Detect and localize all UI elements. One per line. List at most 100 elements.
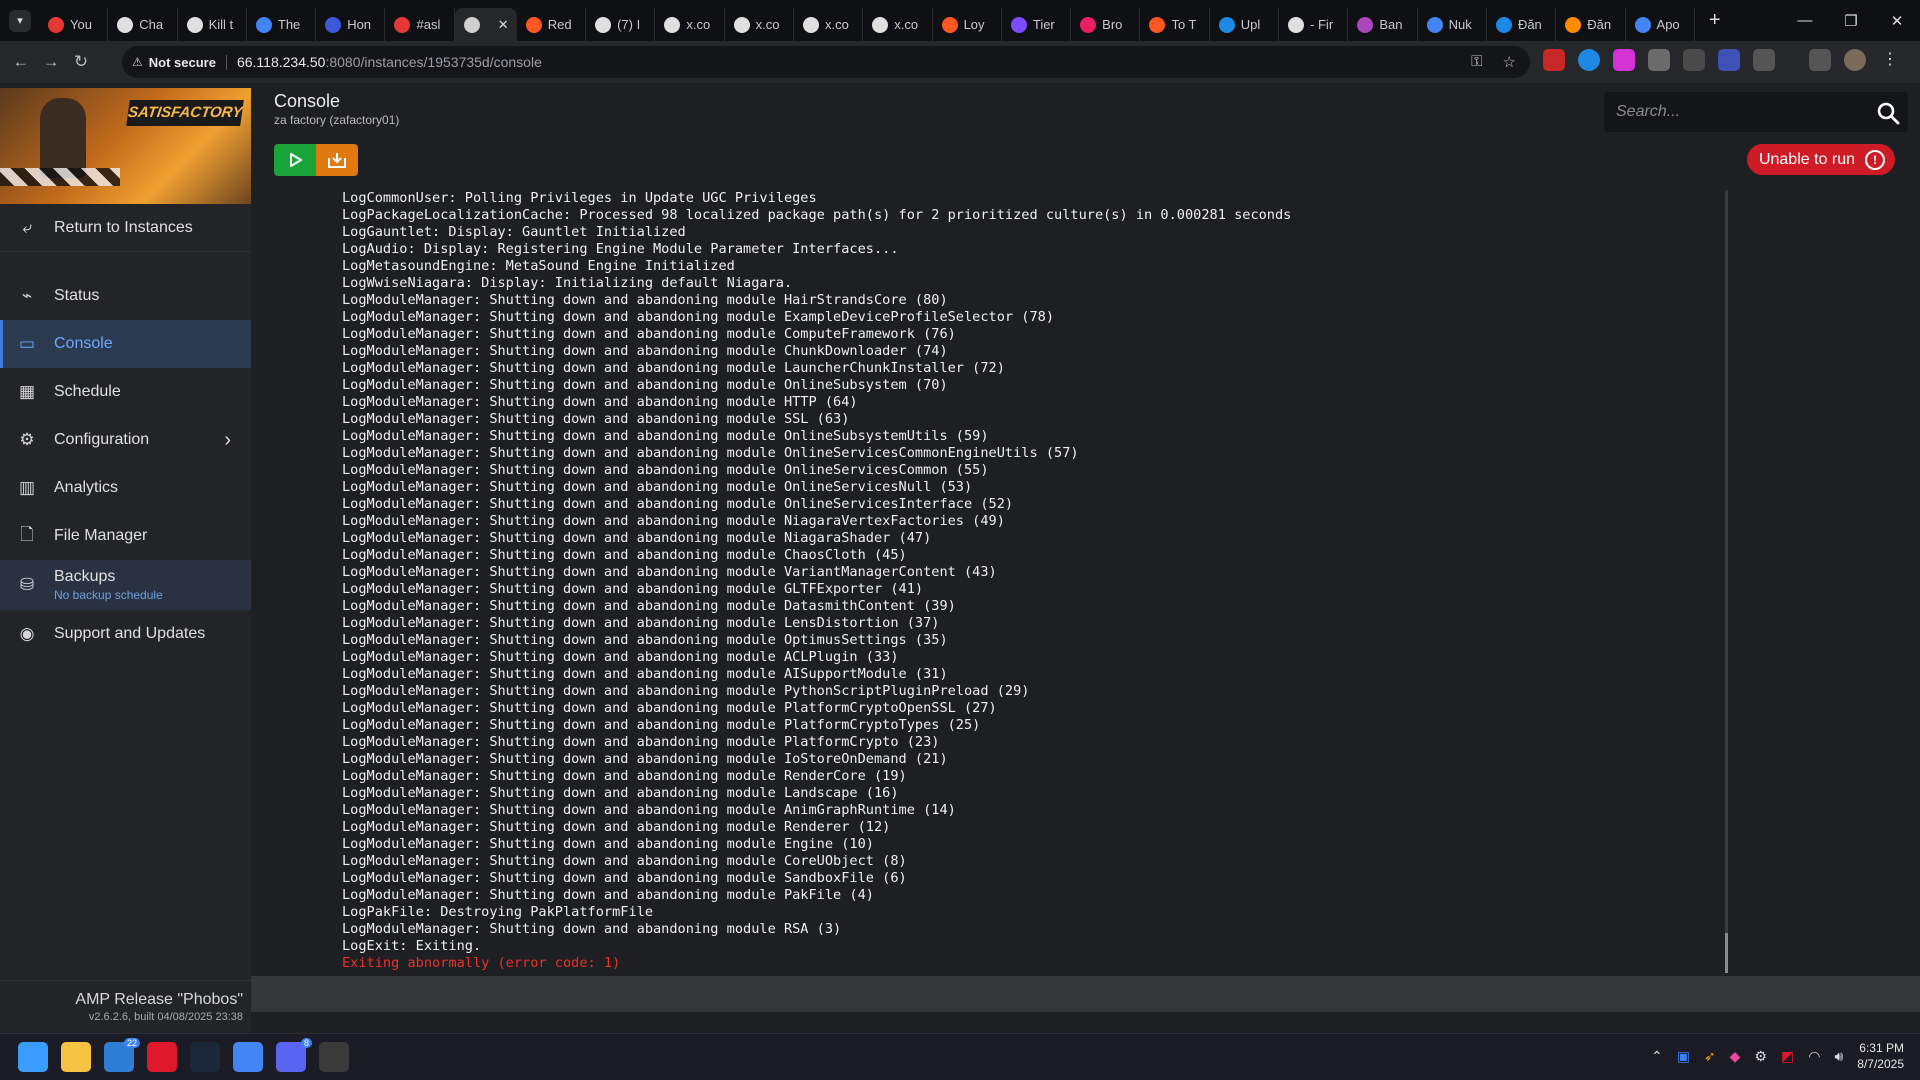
tray-app-icon[interactable]: ▣ [1677,1048,1690,1065]
sidebar-item-schedule[interactable]: ▦ Schedule [0,368,251,416]
smm-icon[interactable] [319,1042,349,1072]
wifi-icon[interactable]: ◠ [1808,1048,1820,1065]
windows-start-icon[interactable] [18,1042,48,1072]
sidebar-item-analytics[interactable]: ▥ Analytics [0,464,251,512]
extension-icon[interactable] [1683,49,1705,71]
status-chart-icon: ⌁ [21,286,33,305]
weather-icon[interactable]: 22 [104,1038,140,1072]
steam-tray-icon[interactable]: ⚙ [1754,1048,1767,1065]
puzzle-icon[interactable] [1753,49,1775,71]
browser-tab[interactable]: x.co [863,8,933,41]
tray-app-icon[interactable]: ➶ [1704,1048,1716,1065]
browser-tab[interactable]: The [247,8,317,41]
browser-tab[interactable]: Đăn [1556,8,1626,41]
address-bar[interactable]: ⚠ Not secure 66.118.234.50:8080/instance… [122,46,1530,78]
console-line: LogModuleManager: Shutting down and aban… [342,632,948,648]
tab-title: Bro [1102,17,1123,32]
browser-tab[interactable]: You [39,8,109,41]
browser-tab[interactable]: Loy [933,8,1002,41]
browser-tab[interactable]: Nuk [1418,8,1487,41]
steam-icon[interactable] [190,1042,220,1072]
browser-tab[interactable]: (7) I [586,8,656,41]
sidebar-item-configuration[interactable]: ⚙ Configuration › [0,416,251,464]
minimize-icon[interactable]: — [1782,12,1828,29]
favicon-icon [1565,16,1582,33]
forward-icon[interactable]: → [36,52,66,72]
browser-tab[interactable]: Upl [1210,8,1280,41]
amd-tray-icon[interactable]: ◩ [1781,1048,1794,1065]
key-icon[interactable]: ⚿ [1471,53,1482,71]
discord-icon[interactable]: 8 [276,1038,312,1072]
browser-tab[interactable]: Hon [316,8,386,41]
browser-tab[interactable]: Tier [1002,8,1072,41]
sidebar-item-label: Support and Updates [54,625,206,642]
clock[interactable]: 6:31 PM 8/7/2025 [1857,1040,1904,1072]
profile-avatar[interactable] [1844,49,1866,71]
tab-close-icon[interactable]: ✕ [498,17,509,33]
browser-tab[interactable]: Cha [108,8,178,41]
tab-title: Đăn [1517,17,1542,32]
start-button[interactable] [274,144,316,176]
browser-tab[interactable]: x.co [655,8,725,41]
extension-icon[interactable] [1543,49,1565,71]
sidebar-item-console[interactable]: ▭ Console [0,320,251,368]
tab-title: x.co [755,17,780,32]
sidebar-item-support[interactable]: ◉ Support and Updates [0,610,251,658]
return-to-instances-link[interactable]: ⤶ Return to Instances [0,204,251,252]
extension-icon[interactable] [1718,49,1740,71]
chevron-right-icon: › [224,428,231,451]
chevron-up-icon[interactable]: ⌃ [1651,1048,1663,1065]
close-window-icon[interactable]: ✕ [1874,12,1920,30]
chrome-icon[interactable] [233,1042,263,1072]
restore-icon[interactable]: ❐ [1828,12,1874,30]
console-command-input[interactable] [251,976,1920,1012]
extension-icon[interactable] [1613,49,1635,71]
update-button[interactable] [316,144,358,176]
not-secure-label[interactable]: Not secure [149,54,227,70]
window-controls: — ❐ ✕ [1782,0,1920,41]
browser-tab[interactable]: Kill t [178,8,247,41]
download-tray-icon [328,153,346,168]
browser-tab[interactable]: Red [517,8,587,41]
browser-tab[interactable]: x.co [794,8,864,41]
search-input[interactable] [1616,103,1866,121]
browser-tab[interactable]: To T [1140,8,1210,41]
url-text[interactable]: 66.118.234.50:8080/instances/1953735d/co… [237,54,542,70]
browser-tab[interactable]: Apo [1626,8,1695,41]
status-badge[interactable]: Unable to run ! [1746,144,1895,175]
reading-list-icon[interactable] [1809,49,1831,71]
extension-icon[interactable] [1578,49,1600,71]
tray-app-icon[interactable]: ◆ [1730,1048,1741,1065]
console-line: LogModuleManager: Shutting down and aban… [342,394,858,410]
bookmark-star-icon[interactable]: ☆ [1503,53,1516,71]
console-line: LogPakFile: Destroying PakPlatformFile [342,904,653,920]
extension-icon[interactable] [1648,49,1670,71]
back-icon[interactable]: ← [6,52,36,72]
tab-search-button[interactable]: ▾ [9,9,31,32]
console-scrollbar[interactable] [1725,190,1728,973]
reload-icon[interactable]: ↻ [66,52,96,72]
new-tab-button[interactable]: + [1709,9,1721,32]
browser-tab[interactable]: #asl [385,8,455,41]
browser-tab[interactable]: - Fir [1279,8,1349,41]
file-explorer-icon[interactable] [61,1042,91,1072]
browser-tab[interactable]: x.co [725,8,794,41]
sidebar-item-label: Analytics [54,479,119,496]
browser-tab[interactable]: Bro [1071,8,1141,41]
sidebar-item-file-manager[interactable]: 🗋 File Manager [0,512,251,560]
sidebar-item-backups[interactable]: ⛁ Backups No backup schedule [0,560,251,610]
browser-tab-active[interactable]: ✕ [454,8,517,41]
sidebar: SATISFACTORY ⤶ Return to Instances ⌁ Sta… [0,88,251,1033]
kebab-menu-icon[interactable]: ⋮ [1879,49,1901,71]
favicon-icon [1357,16,1374,33]
browser-tab[interactable]: Đăn [1487,8,1557,41]
amd-icon[interactable] [147,1042,177,1072]
sidebar-item-status[interactable]: ⌁ Status [0,272,251,320]
browser-tab[interactable]: Ban [1348,8,1418,41]
play-icon [290,153,302,167]
scrollbar-thumb[interactable] [1725,933,1728,973]
search-icon[interactable] [1876,101,1900,125]
console-output[interactable]: LogCommonUser: Polling Privileges in Upd… [251,186,1920,976]
volume-icon[interactable]: 🔊︎ [1834,1048,1843,1065]
tab-title: Ban [1379,17,1403,32]
